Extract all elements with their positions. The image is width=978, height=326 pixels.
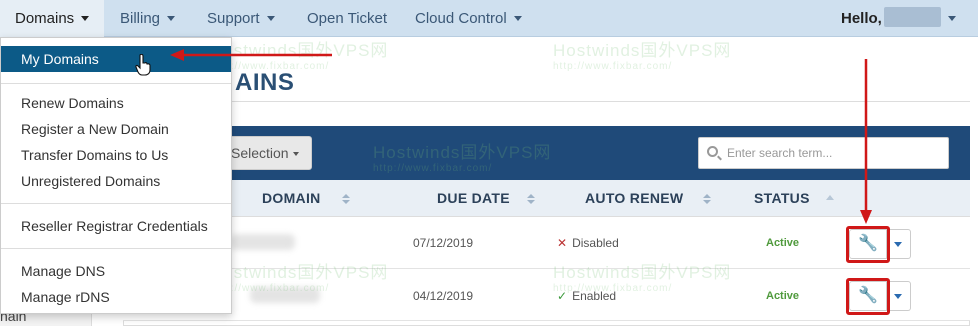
arrow-head xyxy=(170,49,184,61)
arrow-head xyxy=(860,210,872,224)
annotation-arrows xyxy=(170,49,872,224)
